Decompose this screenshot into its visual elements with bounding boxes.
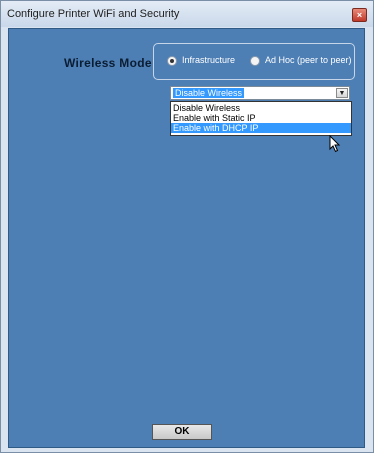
radio-infrastructure[interactable] [167, 56, 177, 66]
window-title: Configure Printer WiFi and Security [7, 8, 180, 20]
dropdown-option-dhcp-ip[interactable]: Enable with DHCP IP [171, 123, 351, 133]
ok-button[interactable]: OK [152, 424, 212, 440]
radio-adhoc[interactable] [250, 56, 260, 66]
mouse-cursor-icon [329, 135, 341, 153]
radio-infrastructure-label[interactable]: Infrastructure [182, 55, 235, 65]
wireless-setting-dropdown: Disable Wireless Enable with Static IP E… [170, 101, 352, 136]
dropdown-option-disable-wireless[interactable]: Disable Wireless [171, 103, 351, 113]
chevron-down-icon[interactable]: ▼ [336, 88, 348, 98]
radio-adhoc-label[interactable]: Ad Hoc (peer to peer) [265, 55, 352, 65]
wireless-setting-select[interactable]: Disable Wireless ▼ [170, 86, 350, 100]
configure-dialog: Configure Printer WiFi and Security × Wi… [0, 0, 374, 453]
wireless-mode-group: Infrastructure Ad Hoc (peer to peer) [153, 43, 355, 80]
settings-panel: Wireless Mode Infrastructure Ad Hoc (pee… [8, 28, 365, 448]
dropdown-option-static-ip[interactable]: Enable with Static IP [171, 113, 351, 123]
title-bar[interactable]: Configure Printer WiFi and Security × [1, 1, 373, 27]
close-button[interactable]: × [352, 8, 367, 22]
select-current-value: Disable Wireless [173, 88, 245, 98]
wireless-mode-label: Wireless Mode [64, 56, 152, 70]
